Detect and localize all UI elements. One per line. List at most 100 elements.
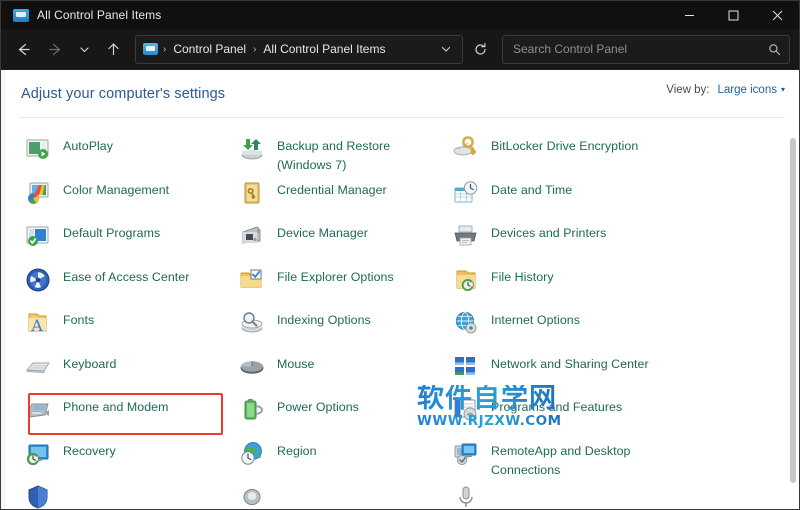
item-label: Programs and Features [491, 400, 623, 414]
devices-and-printers-icon [451, 221, 481, 251]
item-network-and-sharing-center[interactable]: Network and Sharing Center [447, 350, 707, 394]
window-controls [667, 1, 799, 29]
item-default-programs[interactable]: Default Programs [19, 219, 233, 263]
title-bar: All Control Panel Items [1, 1, 799, 29]
item-partial-row-middle[interactable] [233, 480, 447, 509]
item-partial-row-right[interactable] [447, 480, 707, 509]
maximize-icon[interactable] [711, 1, 755, 29]
item-credential-manager[interactable]: Credential Manager [233, 176, 447, 220]
item-label: Mouse [277, 356, 315, 371]
credential-manager-icon [237, 178, 267, 208]
item-label: File History [491, 269, 554, 284]
item-bitlocker-drive-encryption[interactable]: BitLocker Drive Encryption [447, 132, 707, 176]
address-bar[interactable]: › Control Panel › All Control Panel Item… [135, 34, 463, 64]
breadcrumb-item-all-control-panel-items[interactable]: All Control Panel Items [261, 42, 387, 56]
breadcrumb-separator: › [163, 43, 167, 55]
item-label: Color Management [63, 182, 170, 197]
item-recovery[interactable]: Recovery [19, 437, 233, 481]
content-area: Adjust your computer's settings View by:… [1, 70, 799, 509]
item-region[interactable]: Region [233, 437, 447, 481]
control-panel-icon [13, 8, 29, 22]
item-color-management[interactable]: Color Management [19, 176, 233, 220]
up-arrow-icon[interactable] [97, 34, 129, 64]
item-autoplay[interactable]: AutoPlay [19, 132, 233, 176]
item-fonts[interactable]: A Fonts [19, 306, 233, 350]
view-by-value: Large icons [717, 84, 777, 96]
svg-text:A: A [30, 316, 43, 335]
item-label: Backup and Restore (Windows 7) [277, 139, 391, 172]
item-file-history[interactable]: File History [447, 263, 707, 307]
power-options-icon [237, 395, 267, 425]
item-remoteapp-and-desktop-connections[interactable]: RemoteApp and Desktop Connections [447, 437, 707, 481]
search-box[interactable] [502, 34, 790, 64]
item-label: Device Manager [277, 226, 368, 240]
bitlocker-icon [451, 134, 481, 164]
recent-locations-chevron-down-icon[interactable] [71, 34, 97, 64]
item-partial-row-left[interactable] [19, 480, 233, 509]
item-label: File Explorer Options [277, 269, 394, 284]
page-title: Adjust your computer's settings [21, 85, 226, 102]
control-panel-items-grid: AutoPlay Backup and Restore (Windows 7) [19, 118, 799, 509]
items-pane: Adjust your computer's settings View by:… [5, 70, 799, 509]
programs-and-features-icon [451, 395, 481, 425]
autoplay-icon [23, 134, 53, 164]
fonts-icon: A [23, 308, 53, 338]
item-label: BitLocker Drive Encryption [491, 139, 639, 153]
item-label: Date and Time [491, 182, 573, 197]
item-mouse[interactable]: Mouse [233, 350, 447, 394]
backup-restore-icon [237, 134, 267, 164]
item-power-options[interactable]: Power Options [233, 393, 447, 437]
sound-icon [237, 482, 267, 509]
view-by-dropdown[interactable]: Large icons ▾ [718, 84, 785, 96]
refresh-icon[interactable] [465, 34, 495, 64]
item-backup-and-restore[interactable]: Backup and Restore (Windows 7) [233, 132, 447, 176]
vertical-scrollbar[interactable] [790, 138, 796, 483]
item-label: RemoteApp and Desktop Connections [491, 443, 631, 477]
minimize-icon[interactable] [667, 1, 711, 29]
address-chevron-down-icon[interactable] [434, 36, 458, 63]
item-programs-and-features[interactable]: Programs and Features [447, 393, 707, 437]
item-phone-and-modem[interactable]: Phone and Modem [19, 393, 233, 437]
view-by-label: View by: [666, 84, 710, 96]
back-arrow-icon[interactable] [7, 34, 39, 64]
item-label: Ease of Access Center [63, 269, 190, 284]
item-label: Region [277, 443, 317, 458]
item-date-and-time[interactable]: Date and Time [447, 176, 707, 220]
file-explorer-options-icon [237, 265, 267, 295]
view-by-control: View by: Large icons ▾ [666, 84, 785, 96]
file-history-icon [451, 265, 481, 295]
item-ease-of-access-center[interactable]: Ease of Access Center [19, 263, 233, 307]
item-label: Indexing Options [277, 313, 371, 327]
item-keyboard[interactable]: Keyboard [19, 350, 233, 394]
item-label: Internet Options [491, 313, 580, 327]
network-sharing-icon [451, 352, 481, 382]
recovery-icon [23, 439, 53, 469]
item-internet-options[interactable]: Internet Options [447, 306, 707, 350]
remoteapp-icon [451, 439, 481, 469]
date-and-time-icon [451, 178, 481, 208]
speech-recognition-icon [451, 482, 481, 509]
item-label: Devices and Printers [491, 226, 607, 240]
item-file-explorer-options[interactable]: File Explorer Options [233, 263, 447, 307]
search-icon[interactable] [768, 43, 781, 56]
forward-arrow-icon[interactable] [39, 34, 71, 64]
breadcrumb-item-control-panel[interactable]: Control Panel [171, 42, 248, 56]
item-devices-and-printers[interactable]: Devices and Printers [447, 219, 707, 263]
default-programs-icon [23, 221, 53, 251]
security-and-maintenance-icon [23, 482, 53, 509]
title-bar-left: All Control Panel Items [1, 8, 161, 22]
mouse-icon [237, 352, 267, 382]
close-icon[interactable] [755, 1, 799, 29]
scrollbar-thumb[interactable] [790, 138, 796, 483]
item-label: Power Options [277, 400, 359, 414]
item-label: Network and Sharing Center [491, 356, 649, 371]
search-input[interactable] [513, 42, 768, 56]
ease-of-access-icon [23, 265, 53, 295]
item-label: Recovery [63, 443, 116, 458]
address-toolbar: › Control Panel › All Control Panel Item… [1, 29, 799, 70]
item-label: Keyboard [63, 356, 117, 371]
page-header: Adjust your computer's settings View by:… [5, 70, 799, 117]
item-indexing-options[interactable]: Indexing Options [233, 306, 447, 350]
chevron-down-icon: ▾ [780, 85, 785, 94]
item-device-manager[interactable]: Device Manager [233, 219, 447, 263]
